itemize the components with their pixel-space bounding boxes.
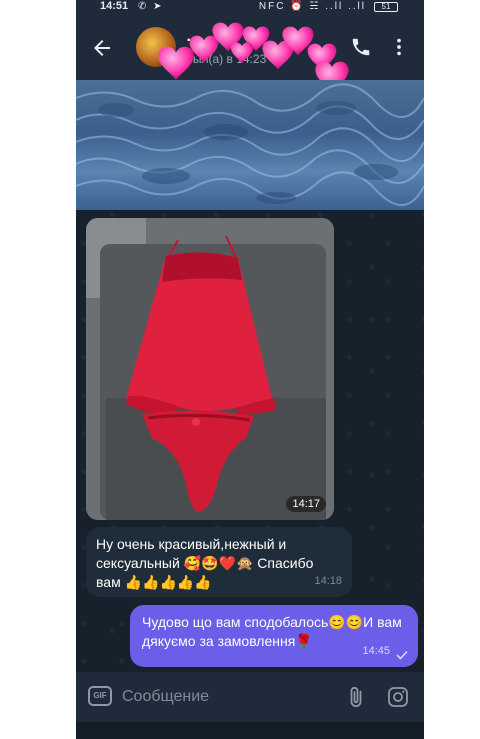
message-time: 14:18 xyxy=(314,575,342,587)
water-texture xyxy=(76,83,424,207)
system-nav-bar xyxy=(76,722,424,739)
outgoing-message[interactable]: Чудово що вам сподобалось😊😊И вам дякуємо… xyxy=(130,605,418,667)
phone-screen: 14:51 ✆ ➤ NFC ⏰ ☵ ..ll ..ll 51 … был(а) … xyxy=(76,0,424,739)
notification-icons: ✆ ➤ xyxy=(138,1,164,12)
message-input-bar: GIF xyxy=(76,672,424,722)
gif-icon[interactable]: GIF xyxy=(88,686,112,706)
chat-header: … был(а) в 14:23 xyxy=(76,14,424,92)
more-vert-icon[interactable] xyxy=(388,36,410,58)
phone-call-icon[interactable] xyxy=(350,36,372,58)
contact-name[interactable]: … xyxy=(186,28,201,45)
chat-area[interactable]: 14:17 Ну очень красивый,нежный и сексуал… xyxy=(76,80,424,672)
photo-time: 14:17 xyxy=(286,496,326,512)
status-bar: 14:51 ✆ ➤ NFC ⏰ ☵ ..ll ..ll 51 xyxy=(76,0,424,14)
water-image[interactable] xyxy=(76,80,424,210)
instagram-camera-icon[interactable] xyxy=(386,685,410,709)
photo-message[interactable]: 14:17 xyxy=(86,218,334,520)
sent-check-icon xyxy=(396,650,408,660)
message-text: Ну очень красивый,нежный и сексуальный 🥰… xyxy=(96,536,314,590)
battery-icon: 51 xyxy=(374,2,398,12)
message-input[interactable] xyxy=(122,682,332,712)
message-time: 14:45 xyxy=(362,645,390,657)
status-time: 14:51 xyxy=(100,0,129,12)
paperclip-icon[interactable] xyxy=(344,685,368,709)
lingerie-photo xyxy=(86,218,334,520)
incoming-message[interactable]: Ну очень красивый,нежный и сексуальный 🥰… xyxy=(86,527,352,597)
last-seen-status: был(а) в 14:23 xyxy=(186,52,267,66)
signal-icons: NFC ⏰ ☵ ..ll ..ll xyxy=(258,1,366,12)
contact-avatar[interactable] xyxy=(136,27,176,67)
back-arrow-icon[interactable] xyxy=(90,36,114,60)
